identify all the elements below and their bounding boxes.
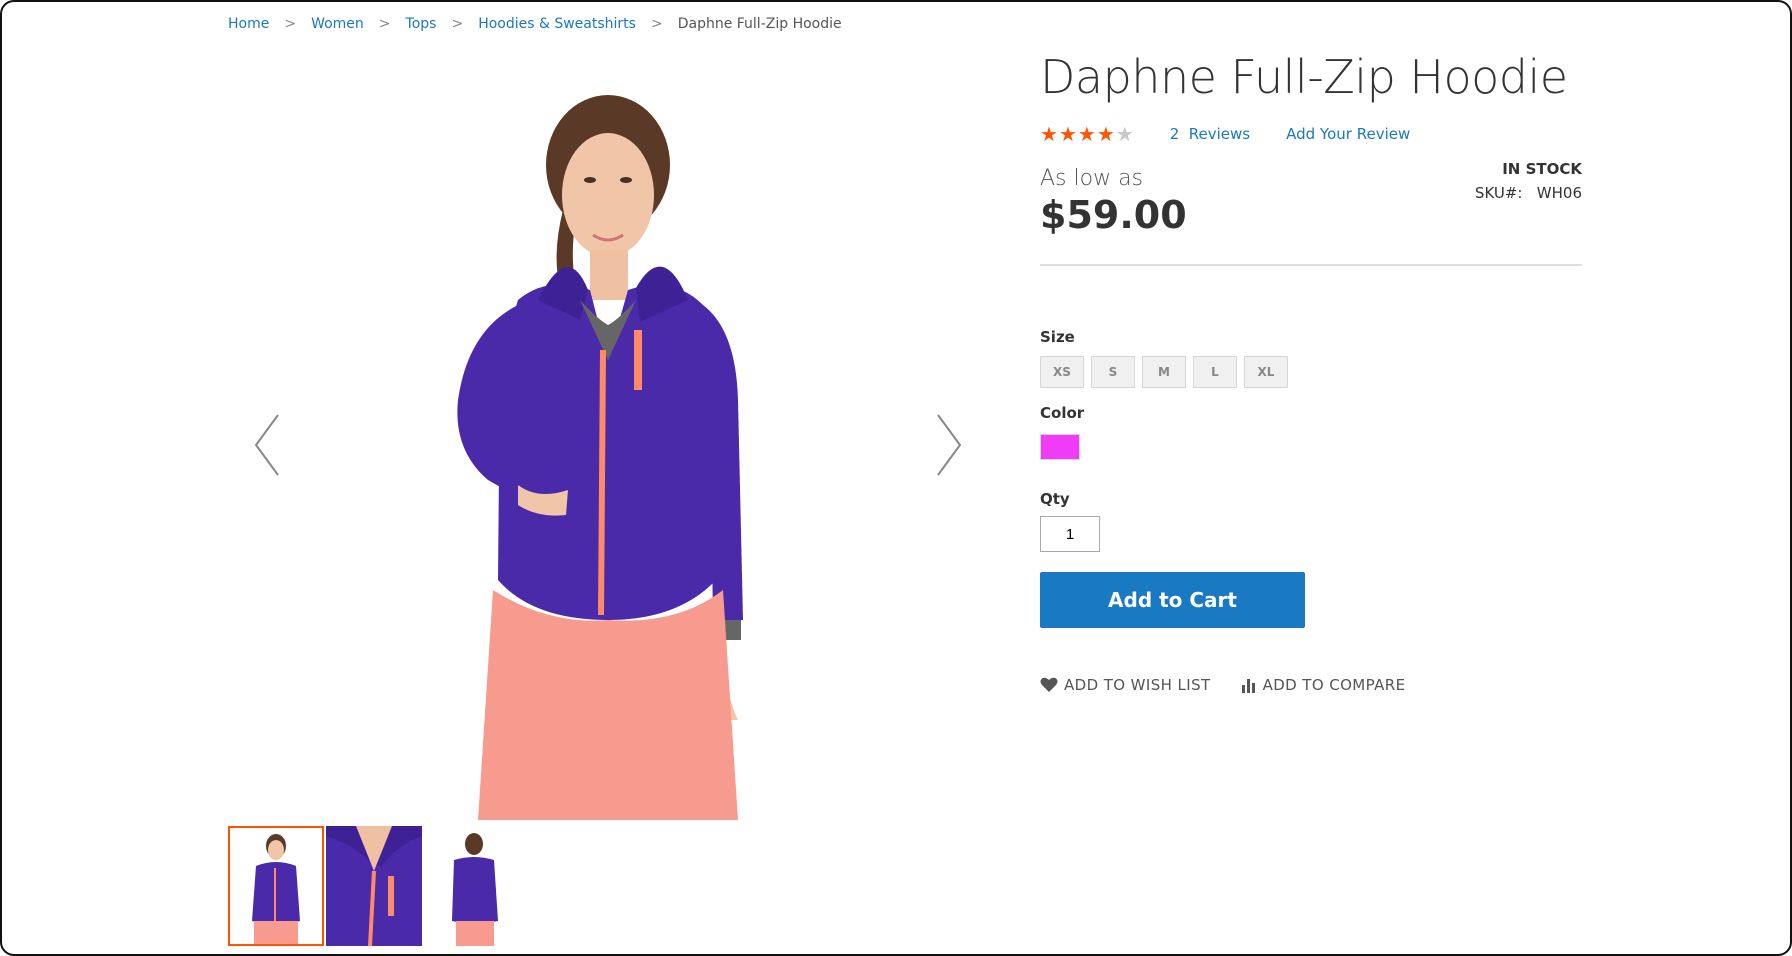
color-option-swatch[interactable] (1040, 434, 1080, 460)
price-box: As low as $59.00 IN STOCK SKU#: WH06 (1040, 160, 1582, 266)
breadcrumb: Home > Women > Tops > Hoodies & Sweatshi… (228, 16, 842, 32)
size-options: XS S M L XL (1040, 356, 1582, 388)
thumbnail-back[interactable] (424, 826, 520, 946)
star-icon: ★ (1077, 122, 1096, 146)
sku-label: SKU#: (1474, 184, 1523, 202)
size-option-m[interactable]: M (1142, 356, 1186, 388)
add-to-cart-button[interactable]: Add to Cart (1040, 572, 1305, 628)
breadcrumb-women[interactable]: Women (311, 16, 364, 32)
color-label: Color (1040, 404, 1085, 422)
gallery-prev-arrow-icon[interactable] (248, 405, 288, 485)
breadcrumb-separator: > (378, 16, 391, 32)
add-review-link[interactable]: Add Your Review (1286, 125, 1410, 143)
gallery-thumbnails (228, 826, 520, 946)
product-main-image[interactable] (318, 60, 898, 820)
thumbnail-detail[interactable] (326, 826, 422, 946)
stock-status: IN STOCK (1502, 160, 1582, 178)
breadcrumb-hoodies[interactable]: Hoodies & Sweatshirts (478, 16, 636, 32)
star-icon: ★ (1058, 122, 1077, 146)
thumbnail-front[interactable] (228, 826, 324, 946)
heart-icon (1040, 677, 1058, 692)
breadcrumb-tops[interactable]: Tops (406, 16, 437, 32)
breadcrumb-current: Daphne Full-Zip Hoodie (677, 16, 842, 32)
sku-value: WH06 (1536, 184, 1582, 202)
breadcrumb-separator: > (650, 16, 663, 32)
product-title: Daphne Full-Zip Hoodie (1040, 50, 1568, 104)
compare-chart-icon (1241, 679, 1255, 693)
breadcrumb-separator: > (284, 16, 297, 32)
product-info: Daphne Full-Zip Hoodie ★ ★ ★ ★ ★ 2 Revie… (1040, 50, 1582, 694)
star-empty-icon: ★ (1115, 122, 1134, 146)
sku: SKU#: WH06 (1475, 184, 1582, 202)
add-to-wishlist-button[interactable]: ADD TO WISH LIST (1040, 676, 1211, 694)
qty-label: Qty (1040, 490, 1070, 508)
add-to-compare-button[interactable]: ADD TO COMPARE (1241, 676, 1406, 694)
reviews-summary: ★ ★ ★ ★ ★ 2 Reviews Add Your Review (1040, 124, 1582, 144)
gallery-next-arrow-icon[interactable] (928, 405, 968, 485)
size-option-xs[interactable]: XS (1040, 356, 1084, 388)
size-option-xl[interactable]: XL (1244, 356, 1288, 388)
size-option-s[interactable]: S (1091, 356, 1135, 388)
browser-frame: Home > Women > Tops > Hoodies & Sweatshi… (0, 0, 1792, 956)
product-secondary-actions: ADD TO WISH LIST ADD TO COMPARE (1040, 676, 1582, 694)
qty-input[interactable] (1040, 516, 1100, 552)
compare-label: ADD TO COMPARE (1262, 676, 1406, 694)
star-icon: ★ (1096, 122, 1115, 146)
breadcrumb-separator: > (451, 16, 464, 32)
size-label: Size (1040, 328, 1075, 346)
size-option-l[interactable]: L (1193, 356, 1237, 388)
wishlist-label: ADD TO WISH LIST (1064, 676, 1211, 694)
reviews-link[interactable]: 2 Reviews (1170, 125, 1250, 143)
reviews-label: Reviews (1188, 125, 1251, 143)
rating-stars: ★ ★ ★ ★ ★ (1040, 124, 1134, 144)
reviews-count: 2 (1169, 125, 1180, 143)
product-gallery (228, 60, 988, 820)
star-icon: ★ (1040, 122, 1058, 146)
breadcrumb-home[interactable]: Home (228, 16, 269, 32)
